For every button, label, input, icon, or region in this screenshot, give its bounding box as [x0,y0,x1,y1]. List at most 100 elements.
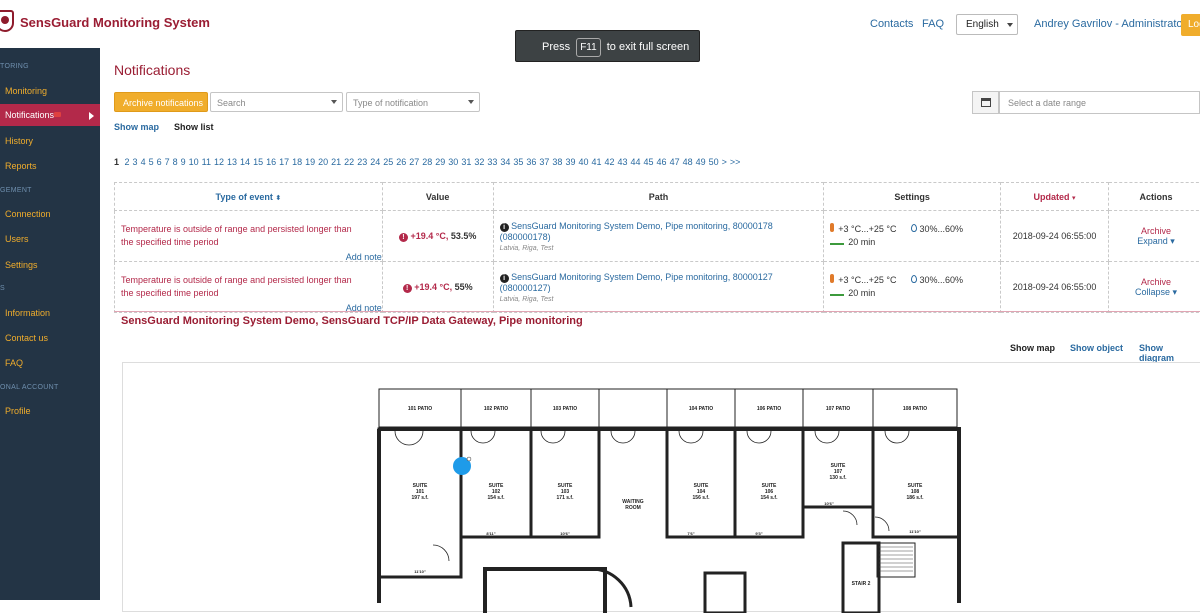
sidebar-item-connection[interactable]: Connection [0,203,100,225]
header-type-of-event[interactable]: Type of event ⬍ [115,183,383,211]
page-link[interactable]: 9 [181,157,186,167]
page-link[interactable]: 34 [500,157,510,167]
page-link[interactable]: 20 [318,157,328,167]
page-link[interactable]: 10 [189,157,199,167]
page-link[interactable]: 19 [305,157,315,167]
show-map-link[interactable]: Show map [114,122,159,132]
sidebar-item-monitoring[interactable]: Monitoring [0,80,100,102]
faq-link[interactable]: FAQ [922,18,944,30]
sidebar-item-profile[interactable]: Profile [0,400,100,422]
page-link[interactable]: 45 [644,157,654,167]
language-select[interactable]: English [956,14,1018,35]
page-link[interactable]: 11 [202,157,211,167]
page-link[interactable]: 32 [474,157,484,167]
tab-show-map[interactable]: Show map [1010,343,1055,353]
add-note-link[interactable]: Add note [346,302,382,315]
patio-label: 107 PATIO [826,406,850,412]
page-next-link[interactable]: > [722,157,727,167]
page-link[interactable]: 2 [125,157,130,167]
page-link[interactable]: 35 [513,157,523,167]
sidebar-item-faq[interactable]: FAQ [0,352,100,374]
page-link[interactable]: 47 [670,157,680,167]
page-link[interactable]: 43 [618,157,628,167]
thermometer-icon [830,274,834,283]
page-link[interactable]: 46 [657,157,667,167]
page-link[interactable]: 29 [435,157,445,167]
page-link[interactable]: 16 [266,157,276,167]
page-link[interactable]: 44 [631,157,641,167]
page-link[interactable]: 27 [409,157,419,167]
page-link[interactable]: 14 [240,157,250,167]
header-updated[interactable]: Updated ▾ [1001,183,1109,211]
logout-button[interactable]: Log [1181,14,1200,36]
floor-plan: 101 PATIO102 PATIO103 PATIO104 PATIO106 … [123,363,1200,613]
f11-key: F11 [576,38,601,57]
page-link[interactable]: 28 [422,157,432,167]
date-range-input[interactable]: Select a date range [999,91,1200,114]
updated-time: 2018-09-24 06:55:00 [1001,211,1109,262]
page-link[interactable]: 41 [591,157,601,167]
floor-plan-panel: 101 PATIO102 PATIO103 PATIO104 PATIO106 … [122,362,1200,612]
page-link[interactable]: 36 [526,157,536,167]
page-link[interactable]: 15 [253,157,263,167]
page-link[interactable]: 39 [565,157,575,167]
contacts-link[interactable]: Contacts [870,18,913,30]
page-link[interactable]: 22 [344,157,354,167]
sidebar-item-reports[interactable]: Reports [0,155,100,177]
archive-notifications-button[interactable]: Archive notifications [114,92,208,112]
tab-show-object[interactable]: Show object [1070,343,1123,353]
page-link[interactable]: 3 [133,157,138,167]
archive-link[interactable]: Archive [1115,226,1197,236]
collapse-link[interactable]: Collapse ▾ [1115,287,1197,298]
page-link[interactable]: 4 [141,157,146,167]
sidebar-item-users[interactable]: Users [0,228,100,250]
page-link[interactable]: 7 [165,157,170,167]
sidebar-item-notifications[interactable]: Notifications [0,104,100,126]
page-link[interactable]: 37 [539,157,549,167]
page-link[interactable]: 48 [683,157,693,167]
tab-show-diagram[interactable]: Show diagram [1139,343,1200,363]
page-link[interactable]: 6 [157,157,162,167]
page-link[interactable]: 24 [370,157,380,167]
language-value: English [966,19,999,30]
page-link[interactable]: 50 [709,157,719,167]
page-link[interactable]: 40 [578,157,588,167]
sidebar-item-history[interactable]: History [0,130,100,152]
sidebar: TORING Monitoring Notifications History … [0,48,100,600]
archive-link[interactable]: Archive [1115,277,1197,287]
page-link[interactable]: 31 [461,157,471,167]
table-row: Temperature is outside of range and pers… [115,262,1200,313]
page-link[interactable]: 26 [396,157,406,167]
sidebar-item-settings[interactable]: Settings [0,254,100,276]
page-last-link[interactable]: >> [730,157,741,167]
suite-area-label: 130 s.f. [830,475,848,481]
page-link[interactable]: 30 [448,157,458,167]
page-link[interactable]: 18 [292,157,302,167]
show-list-link[interactable]: Show list [174,122,214,132]
search-dropdown[interactable]: Search [210,92,343,112]
table-header-row: Type of event ⬍ Value Path Settings Upda… [115,183,1200,211]
page-link[interactable]: 5 [149,157,154,167]
page-link[interactable]: 17 [279,157,289,167]
page-link[interactable]: 12 [214,157,224,167]
page-link[interactable]: 21 [331,157,341,167]
calendar-button[interactable] [972,91,999,114]
info-icon: i [500,223,509,232]
value-humidity: 53.5% [451,231,477,241]
page-link[interactable]: 25 [383,157,393,167]
page-link[interactable]: 42 [604,157,614,167]
user-profile-link[interactable]: Andrey Gavrilov - Administrator [1034,18,1186,30]
path-link[interactable]: SensGuard Monitoring System Demo, Pipe m… [500,221,773,242]
notification-type-dropdown[interactable]: Type of notification [346,92,480,112]
page-link[interactable]: 13 [227,157,237,167]
expand-link[interactable]: Expand ▾ [1115,236,1197,247]
path-link[interactable]: SensGuard Monitoring System Demo, Pipe m… [500,272,773,293]
page-link[interactable]: 38 [552,157,562,167]
page-link[interactable]: 23 [357,157,367,167]
sidebar-item-information[interactable]: Information [0,302,100,324]
page-link[interactable]: 49 [696,157,706,167]
page-link[interactable]: 33 [487,157,497,167]
sidebar-item-contact-us[interactable]: Contact us [0,327,100,349]
app-title: SensGuard Monitoring System [20,15,210,30]
page-link[interactable]: 8 [173,157,178,167]
